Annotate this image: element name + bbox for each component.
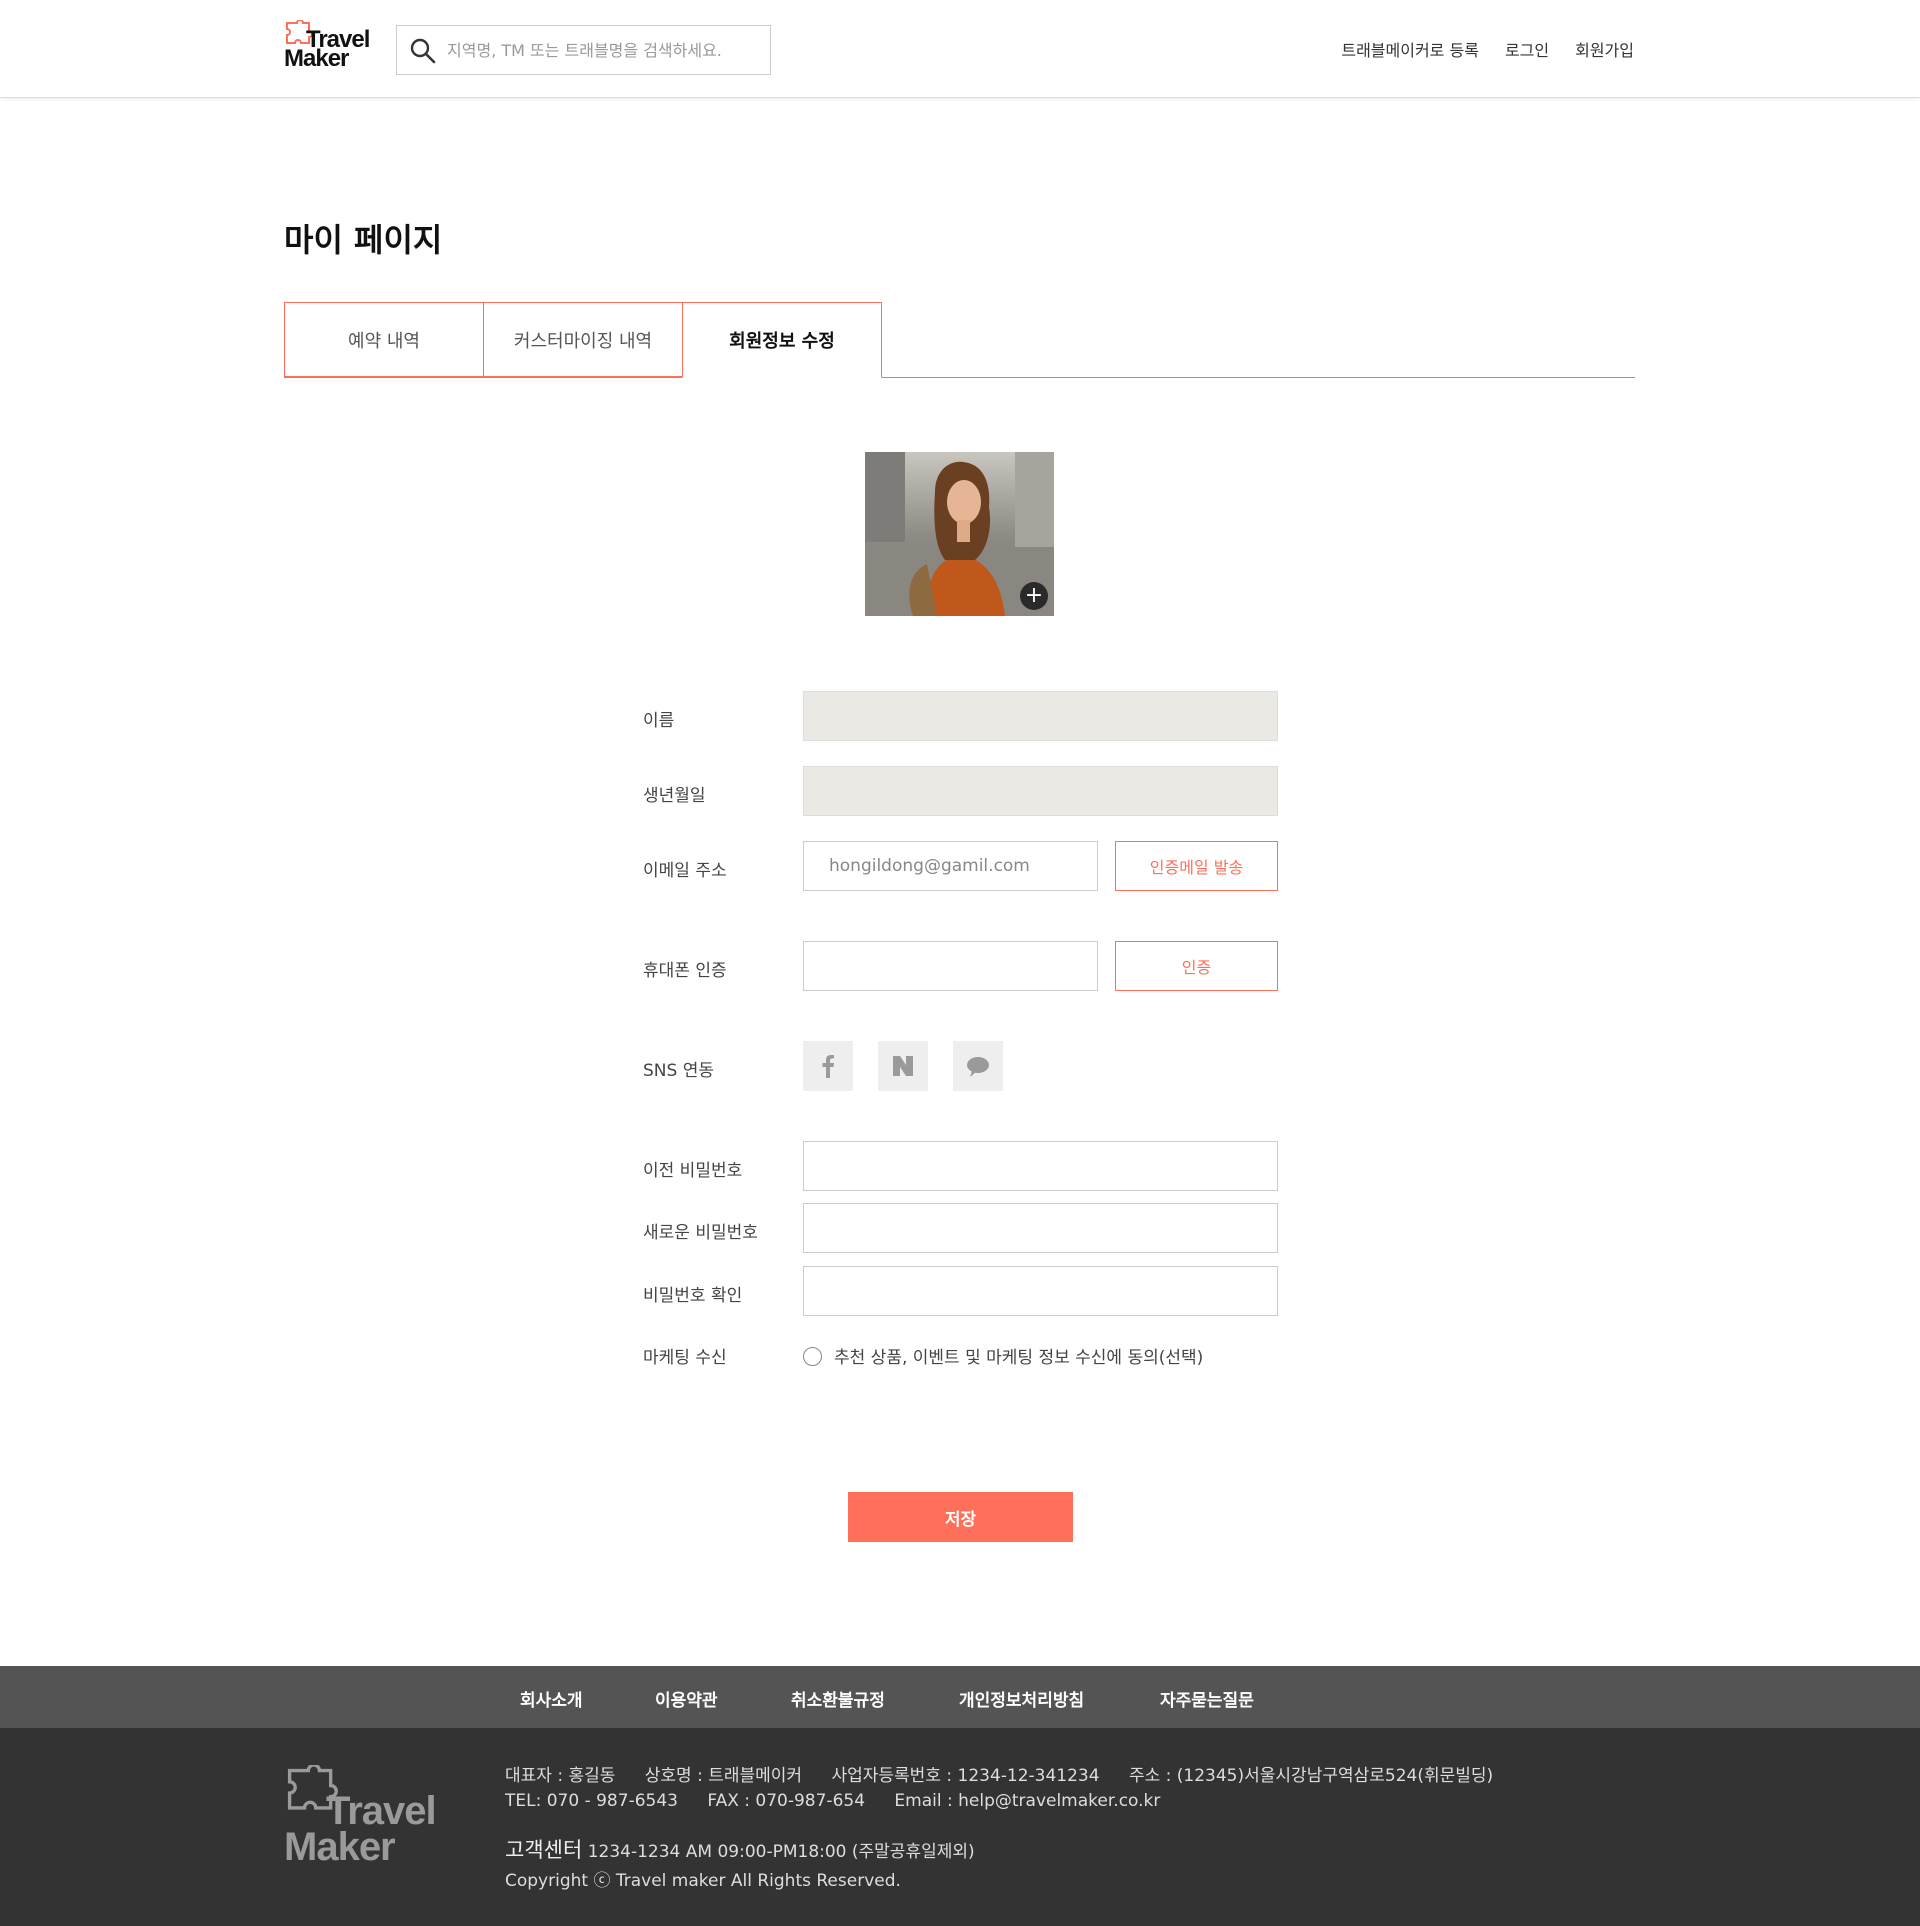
- footer-logo-maker: Maker: [284, 1825, 396, 1869]
- mypage-tabs: 예약 내역 커스터마이징 내역 회원정보 수정: [284, 302, 1635, 378]
- footer-customer-center-info: 1234-1234 AM 09:00-PM18:00 (주말공휴일제외): [587, 1842, 975, 1862]
- footer-business-number: 사업자등록번호 : 1234-12-341234: [831, 1766, 1100, 1786]
- footer-company-name: 상호명 : 트래블메이커: [644, 1766, 803, 1786]
- footer-address: 주소 : (12345)서울시강남구역삼로524(휘문빌딩): [1128, 1766, 1494, 1786]
- footer-logo-travel: Travel: [326, 1789, 437, 1833]
- tab-reservations[interactable]: 예약 내역: [284, 302, 484, 377]
- phone-verify-label: 휴대폰 인증: [643, 961, 727, 981]
- top-navigation: 트래블메이커로 등록 로그인 회원가입: [1341, 37, 1634, 61]
- new-password-label: 새로운 비밀번호: [643, 1223, 758, 1243]
- marketing-consent-radio[interactable]: [803, 1347, 822, 1366]
- naver-button[interactable]: [878, 1041, 928, 1091]
- send-verification-email-button[interactable]: 인증메일 발송: [1115, 841, 1278, 891]
- footer-contact-info: TEL: 070 - 987-6543 FAX : 070-987-654 Em…: [505, 1791, 1160, 1811]
- phone-field[interactable]: [803, 941, 1098, 991]
- sns-link-label: SNS 연동: [643, 1061, 714, 1081]
- footer-link-faq[interactable]: 자주묻는질문: [1160, 1686, 1254, 1711]
- tab-edit-profile[interactable]: 회원정보 수정: [682, 302, 882, 378]
- email-label: 이메일 주소: [643, 861, 727, 881]
- footer-company-info: 대표자 : 홍길동 상호명 : 트래블메이커 사업자등록번호 : 1234-12…: [505, 1761, 1493, 1786]
- site-footer: Travel Maker 대표자 : 홍길동 상호명 : 트래블메이커 사업자등…: [0, 1728, 1920, 1926]
- kakaotalk-button[interactable]: [953, 1041, 1003, 1091]
- footer-email: Email : help@travelmaker.co.kr: [894, 1791, 1161, 1811]
- marketing-consent-text[interactable]: 추천 상품, 이벤트 및 마케팅 정보 수신에 동의(선택): [834, 1343, 1203, 1368]
- footer-link-privacy-policy[interactable]: 개인정보처리방침: [959, 1686, 1084, 1711]
- confirm-password-label: 비밀번호 확인: [643, 1286, 743, 1306]
- name-field: [803, 691, 1278, 741]
- footer-link-terms[interactable]: 이용약관: [655, 1686, 718, 1711]
- facebook-icon: [822, 1055, 835, 1078]
- footer-ceo: 대표자 : 홍길동: [505, 1766, 616, 1786]
- footer-fax: FAX : 070-987-654: [707, 1791, 866, 1811]
- footer-navigation: 회사소개 이용약관 취소환불규정 개인정보처리방침 자주묻는질문: [0, 1666, 1920, 1728]
- marketing-label: 마케팅 수신: [643, 1348, 727, 1368]
- page-title: 마이 페이지: [284, 221, 443, 259]
- nav-register-travelmaker[interactable]: 트래블메이커로 등록: [1341, 37, 1479, 61]
- birthdate-label: 생년월일: [643, 786, 706, 806]
- search-icon[interactable]: [409, 37, 437, 65]
- facebook-button[interactable]: [803, 1041, 853, 1091]
- footer-link-about[interactable]: 회사소개: [520, 1686, 583, 1711]
- footer-customer-center: 고객센터 1234-1234 AM 09:00-PM18:00 (주말공휴일제외…: [505, 1834, 975, 1864]
- search-box: [396, 25, 771, 75]
- footer-customer-center-title: 고객센터: [505, 1838, 583, 1862]
- name-label: 이름: [643, 711, 675, 731]
- old-password-field[interactable]: [803, 1141, 1278, 1191]
- add-photo-icon[interactable]: +: [1020, 582, 1048, 610]
- tab-customizing[interactable]: 커스터마이징 내역: [483, 302, 683, 377]
- footer-tel: TEL: 070 - 987-6543: [505, 1791, 678, 1811]
- confirm-password-field[interactable]: [803, 1266, 1278, 1316]
- profile-photo[interactable]: +: [865, 452, 1054, 616]
- footer-logo: Travel Maker: [284, 1765, 454, 1869]
- new-password-field[interactable]: [803, 1203, 1278, 1253]
- email-field[interactable]: [803, 841, 1098, 891]
- site-header: Travel Maker 트래블메이커로 등록 로그인 회원가입: [0, 0, 1920, 98]
- kakaotalk-icon: [967, 1057, 989, 1077]
- nav-signup[interactable]: 회원가입: [1575, 37, 1634, 61]
- old-password-label: 이전 비밀번호: [643, 1161, 743, 1181]
- save-button[interactable]: 저장: [848, 1492, 1073, 1542]
- footer-link-refund-policy[interactable]: 취소환불규정: [791, 1686, 885, 1711]
- nav-login[interactable]: 로그인: [1505, 37, 1549, 61]
- phone-verify-button[interactable]: 인증: [1115, 941, 1278, 991]
- search-input[interactable]: [447, 34, 757, 66]
- naver-icon: [893, 1056, 913, 1076]
- footer-copyright: Copyright ⓒ Travel maker All Rights Rese…: [505, 1871, 901, 1891]
- birthdate-field: [803, 766, 1278, 816]
- travelmaker-logo[interactable]: Travel Maker: [284, 20, 374, 78]
